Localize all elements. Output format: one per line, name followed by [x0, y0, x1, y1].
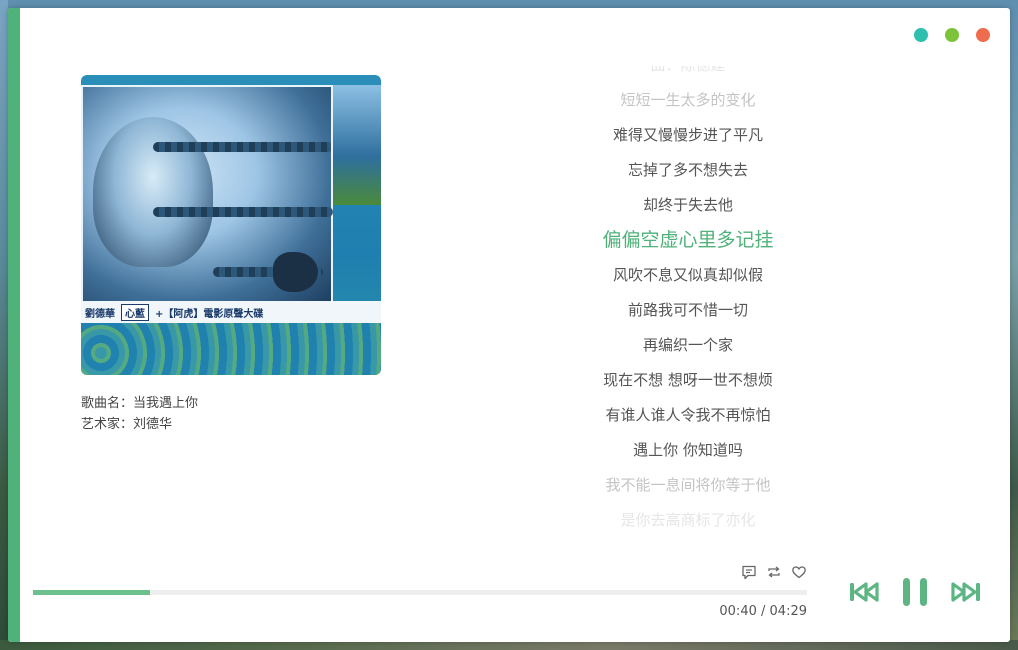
pause-icon[interactable] — [900, 576, 930, 608]
cover-subtitle: +【阿虎】電影原聲大碟 — [155, 308, 264, 320]
progress-fill — [33, 590, 150, 595]
song-artist-label: 艺术家： — [81, 417, 134, 432]
lyric-line: 我不能一息间将你等于他 — [605, 476, 771, 494]
lyric-line: 却终于失去他 — [642, 196, 733, 214]
window-controls — [914, 28, 990, 42]
cover-side-photo — [331, 85, 381, 205]
lyric-line: 前路我可不惜一切 — [627, 301, 748, 319]
cover-album-word: 心藍 — [121, 303, 149, 321]
comment-icon[interactable] — [741, 564, 757, 580]
previous-icon[interactable] — [848, 580, 880, 604]
lyric-line: 短短一生太多的变化 — [620, 91, 756, 109]
album-cover: 劉德華 心藍 +【阿虎】電影原聲大碟 — [81, 75, 381, 375]
cover-figure — [93, 117, 213, 267]
cover-glove — [273, 252, 318, 292]
player-window: 劉德華 心藍 +【阿虎】電影原聲大碟 歌曲名：当我遇上你 艺术家：刘德华 曲：陈… — [8, 8, 1010, 642]
song-info: 歌曲名：当我遇上你 艺术家：刘德华 — [81, 393, 198, 435]
song-actions — [741, 564, 807, 580]
song-artist: 刘德华 — [133, 417, 173, 432]
lyric-line: 再编织一个家 — [642, 336, 733, 354]
cover-rope — [153, 207, 333, 217]
lyric-line: 有谁人谁人令我不再惊怕 — [605, 406, 771, 424]
lyric-line: 风吹不息又似真却似假 — [612, 266, 763, 284]
lyric-line: 现在不想 想呀一世不想烦 — [603, 371, 773, 389]
playback-controls — [848, 576, 982, 608]
cover-pattern — [81, 323, 381, 375]
like-icon[interactable] — [791, 564, 807, 580]
repeat-icon[interactable] — [766, 564, 782, 580]
lyric-line: 遇上你 你知道吗 — [633, 441, 743, 459]
lyric-line: 是你去高商标了亦化 — [620, 511, 756, 529]
song-title: 当我遇上你 — [133, 396, 199, 411]
desktop-background — [0, 0, 8, 650]
cover-rope — [153, 142, 333, 152]
minimize-button[interactable] — [914, 28, 928, 42]
lyric-line: 忘掉了多不想失去 — [627, 161, 748, 179]
lyrics-panel[interactable]: 曲：陈德建 短短一生太多的变化 难得又慢慢步进了平凡 忘掉了多不想失去 却终于失… — [538, 66, 838, 536]
duration: 04:29 — [769, 604, 807, 619]
cover-title-strip: 劉德華 心藍 +【阿虎】電影原聲大碟 — [81, 301, 381, 323]
song-artist-row: 艺术家：刘德华 — [81, 414, 198, 435]
cover-photo — [81, 85, 333, 303]
song-title-row: 歌曲名：当我遇上你 — [81, 393, 198, 414]
song-title-label: 歌曲名： — [81, 396, 134, 411]
time-separator: / — [761, 604, 766, 619]
maximize-button[interactable] — [945, 28, 959, 42]
accent-bar — [8, 8, 20, 642]
next-icon[interactable] — [950, 580, 982, 604]
lyric-line-active: 偏偏空虚心里多记挂 — [602, 229, 774, 251]
lyric-line: 曲：陈德建 — [538, 66, 838, 83]
close-button[interactable] — [976, 28, 990, 42]
time-display: 00:40 / 04:29 — [719, 604, 807, 619]
current-time: 00:40 — [719, 604, 757, 619]
lyric-line: 难得又慢慢步进了平凡 — [612, 126, 763, 144]
cover-artist-text: 劉德華 — [85, 308, 115, 320]
progress-bar[interactable] — [33, 590, 807, 595]
